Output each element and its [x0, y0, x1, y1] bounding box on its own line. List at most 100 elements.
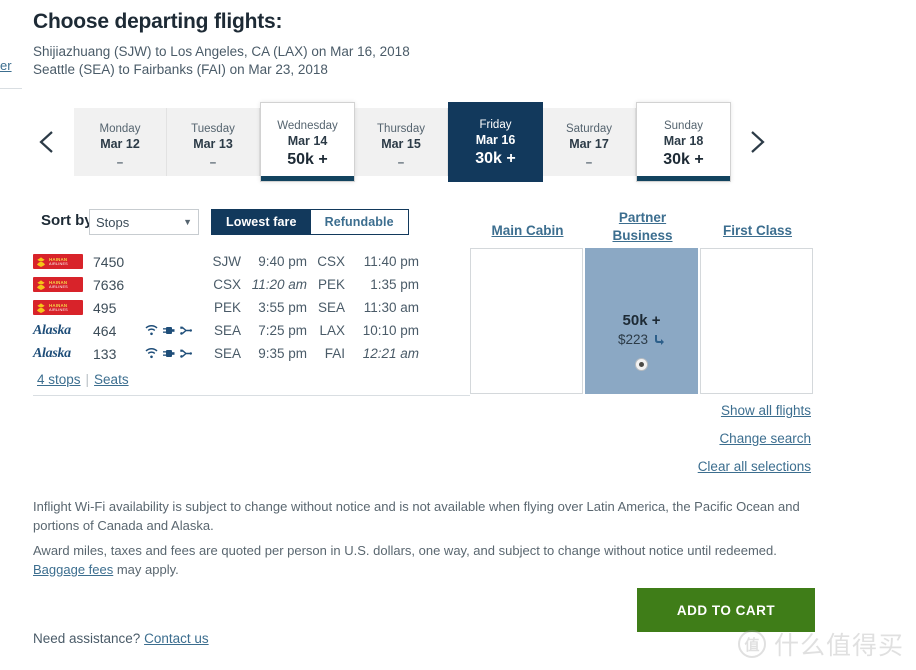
date-day-of-week: Tuesday: [191, 123, 235, 135]
change-search-link[interactable]: Change search: [698, 431, 811, 446]
date-day-of-week: Saturday: [565, 123, 613, 135]
phone-icon: [655, 335, 665, 345]
destination-code: SEA: [317, 300, 345, 315]
departure-time: 7:25 pm: [258, 323, 307, 338]
usb-icon: [180, 349, 192, 358]
main-cabin-link[interactable]: Main Cabin: [470, 222, 585, 240]
award-disclaimer-text: Award miles, taxes and fees are quoted p…: [33, 543, 777, 558]
date-option-2[interactable]: Wednesday Mar 14 50k +: [260, 102, 355, 182]
fare-cell-main-cabin[interactable]: [470, 248, 583, 394]
fare-miles: 50k +: [622, 312, 661, 329]
arrival-time: 11:30 am: [363, 300, 419, 315]
hainan-airlines-logo: HAINAN AIRLINES: [33, 277, 83, 292]
airline-logo-cell: Alaska: [33, 323, 89, 339]
clear-all-selections-link[interactable]: Clear all selections: [698, 459, 811, 474]
alaska-airlines-logo: Alaska: [33, 322, 71, 338]
flight-number: 133: [93, 345, 117, 362]
arrival-time: 11:40 pm: [363, 254, 419, 269]
fare-price: $223: [617, 332, 649, 347]
date-price: –: [397, 157, 405, 169]
date-price: 30k +: [475, 150, 516, 167]
date-day-of-week: Friday: [479, 119, 512, 131]
date-day-of-week: Wednesday: [277, 120, 338, 132]
fare-cell-partner-business[interactable]: 50k + $223: [585, 248, 698, 394]
secondary-actions: Show all flights Change search Clear all…: [698, 403, 811, 487]
column-header-partner-business: Partner Business: [585, 209, 700, 245]
next-dates-button[interactable]: [744, 127, 770, 157]
fare-price-row: $223: [586, 331, 697, 349]
wifi-icon: [145, 348, 158, 359]
date-price: –: [116, 157, 124, 169]
fare-radio-selected[interactable]: [635, 358, 648, 371]
sort-by-select[interactable]: Stops ▼: [89, 209, 199, 235]
need-assistance: Need assistance? Contact us: [33, 631, 209, 646]
left-edge-link-fragment[interactable]: er: [0, 58, 22, 73]
column-header-first-class: First Class: [700, 222, 815, 240]
column-header-main-cabin: Main Cabin: [470, 222, 585, 240]
flight-segment-row: HAINAN AIRLINES 7450 SJW 9:40 pm CSX 11:40 pm: [33, 250, 470, 273]
date-option-5[interactable]: Saturday Mar 17 –: [543, 108, 636, 176]
date-day: Mar 14: [287, 134, 328, 148]
usb-icon: [180, 326, 192, 335]
airline-logo-cell: HAINAN AIRLINES: [33, 300, 89, 315]
hainan-bird-mark: [37, 279, 45, 290]
hainan-bird-mark: [37, 256, 45, 267]
need-assistance-label: Need assistance?: [33, 631, 145, 646]
first-class-link[interactable]: First Class: [700, 222, 815, 240]
arrival-time: 12:21 am: [362, 346, 419, 361]
date-day: Mar 16: [475, 133, 516, 147]
fare-type-toggle: Lowest fare Refundable: [211, 209, 409, 235]
origin-code: SEA: [213, 323, 241, 338]
itinerary-bottom-divider: [33, 395, 470, 396]
contact-us-link[interactable]: Contact us: [144, 631, 209, 646]
amenities-cell: [145, 348, 205, 359]
show-all-flights-link[interactable]: Show all flights: [698, 403, 811, 418]
hainan-bird-mark: [37, 302, 45, 313]
previous-dates-button[interactable]: [34, 127, 60, 157]
date-option-3[interactable]: Thursday Mar 15 –: [355, 108, 448, 176]
departure-time: 9:40 pm: [258, 254, 307, 269]
date-day: Mar 12: [100, 137, 140, 151]
date-option-4[interactable]: Friday Mar 16 30k +: [448, 102, 543, 182]
page-title: Choose departing flights:: [33, 10, 283, 33]
fare-cell-first-class[interactable]: [700, 248, 813, 394]
itinerary-table: HAINAN AIRLINES 7450 SJW 9:40 pm CSX 11:40 pm H…: [33, 250, 470, 365]
date-day: Mar 17: [569, 137, 609, 151]
toggle-lowest-fare[interactable]: Lowest fare: [212, 210, 311, 234]
fare-cell-content: 50k + $223: [586, 311, 697, 371]
toggle-refundable[interactable]: Refundable: [310, 210, 408, 234]
sort-by-label: Sort by: [41, 212, 93, 229]
airline-logo-cell: HAINAN AIRLINES: [33, 277, 89, 292]
airline-logo-cell: HAINAN AIRLINES: [33, 254, 89, 269]
seats-link[interactable]: Seats: [94, 372, 129, 387]
add-to-cart-button[interactable]: ADD TO CART: [637, 588, 815, 632]
partner-business-link-line2[interactable]: Business: [585, 227, 700, 245]
flight-segment-row: Alaska 133 SEA 9:35 pm FAI 12:21 am: [33, 342, 470, 365]
origin-code: PEK: [213, 300, 241, 315]
wifi-icon: [145, 325, 158, 336]
date-option-1[interactable]: Tuesday Mar 13 –: [167, 108, 260, 176]
sort-by-value: Stops: [96, 214, 130, 230]
flight-number: 495: [93, 299, 117, 316]
hainan-airlines-logo: HAINAN AIRLINES: [33, 254, 83, 269]
baggage-fees-link[interactable]: Baggage fees: [33, 562, 113, 577]
date-option-6[interactable]: Sunday Mar 18 30k +: [636, 102, 731, 182]
date-option-0[interactable]: Monday Mar 12 –: [74, 108, 167, 176]
wifi-disclaimer: Inflight Wi-Fi availability is subject t…: [33, 499, 800, 533]
origin-code: SEA: [213, 346, 241, 361]
arrival-time: 1:35 pm: [370, 277, 419, 292]
date-day-of-week: Sunday: [663, 120, 703, 132]
route-summary-line-1: Shijiazhuang (SJW) to Los Angeles, CA (L…: [33, 44, 410, 59]
date-day: Mar 18: [663, 134, 704, 148]
flight-number: 464: [93, 322, 117, 339]
flight-segment-row: Alaska 464 SEA 7:25 pm LAX 10:10 pm: [33, 319, 470, 342]
date-price: 30k +: [663, 151, 704, 168]
link-divider: |: [85, 372, 90, 387]
departure-time: 9:35 pm: [258, 346, 307, 361]
destination-code: FAI: [324, 346, 345, 361]
partner-business-link-line1[interactable]: Partner: [585, 209, 700, 227]
date-day: Mar 13: [193, 137, 233, 151]
chevron-down-icon: ▼: [183, 217, 192, 227]
stops-link[interactable]: 4 stops: [37, 372, 81, 387]
watermark-mark: 值: [737, 630, 766, 658]
